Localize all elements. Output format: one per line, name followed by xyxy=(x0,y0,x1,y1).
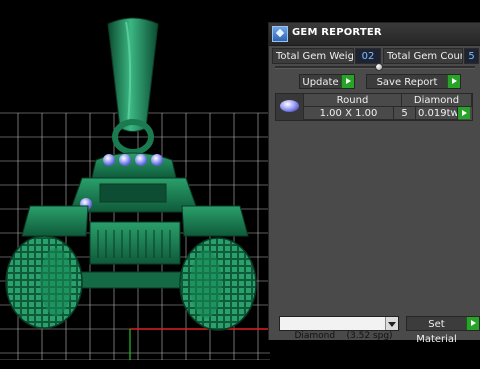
column-header-shape: Round xyxy=(304,94,402,107)
set-material-button[interactable]: Set Material xyxy=(406,316,480,345)
pendant-bail xyxy=(107,17,159,132)
front-axle xyxy=(77,271,193,289)
round-gem-icon xyxy=(276,94,304,120)
gem-size-cell: 1.00 X 1.00 xyxy=(304,107,394,120)
chevron-down-icon[interactable] xyxy=(385,317,398,330)
set-material-button-label: Set Material xyxy=(416,319,457,345)
play-arrow-icon xyxy=(447,75,460,88)
save-report-button-label: Save Report xyxy=(376,77,438,88)
play-arrow-icon xyxy=(466,317,479,330)
panel-title: GEM REPORTER xyxy=(292,27,382,38)
material-dropdown-value: Diamond (3.52 spg) xyxy=(294,331,393,341)
update-button-label: Update xyxy=(302,77,339,88)
gem-count-cell: 5 xyxy=(394,107,416,120)
update-button[interactable]: Update xyxy=(299,74,355,89)
slider-thumb[interactable] xyxy=(375,63,383,71)
total-gem-count-field[interactable]: 5 xyxy=(464,48,479,64)
gem-reporter-panel: GEM REPORTER Total Gem Weight 02 Total G… xyxy=(268,22,480,345)
play-arrow-icon xyxy=(341,75,354,88)
gem-table: Round Diamond 1.00 X 1.00 5 0.019tw xyxy=(275,93,473,121)
gem-reporter-icon xyxy=(272,26,288,42)
column-header-material: Diamond xyxy=(402,94,472,107)
gem-weight-cell: 0.019tw xyxy=(416,107,458,120)
panel-title-bar[interactable]: GEM REPORTER xyxy=(269,23,480,46)
total-gem-weight-field[interactable]: 02 xyxy=(355,48,381,64)
material-dropdown[interactable]: Diamond (3.52 spg) xyxy=(279,316,399,341)
total-gem-count-label: Total Gem Count xyxy=(383,48,463,64)
save-report-button[interactable]: Save Report xyxy=(366,74,461,89)
row-select-arrow-icon[interactable] xyxy=(458,107,470,119)
left-fender xyxy=(21,205,89,237)
right-fender xyxy=(181,205,249,237)
total-gem-weight-label: Total Gem Weight xyxy=(272,48,354,64)
front-grille xyxy=(89,221,181,265)
